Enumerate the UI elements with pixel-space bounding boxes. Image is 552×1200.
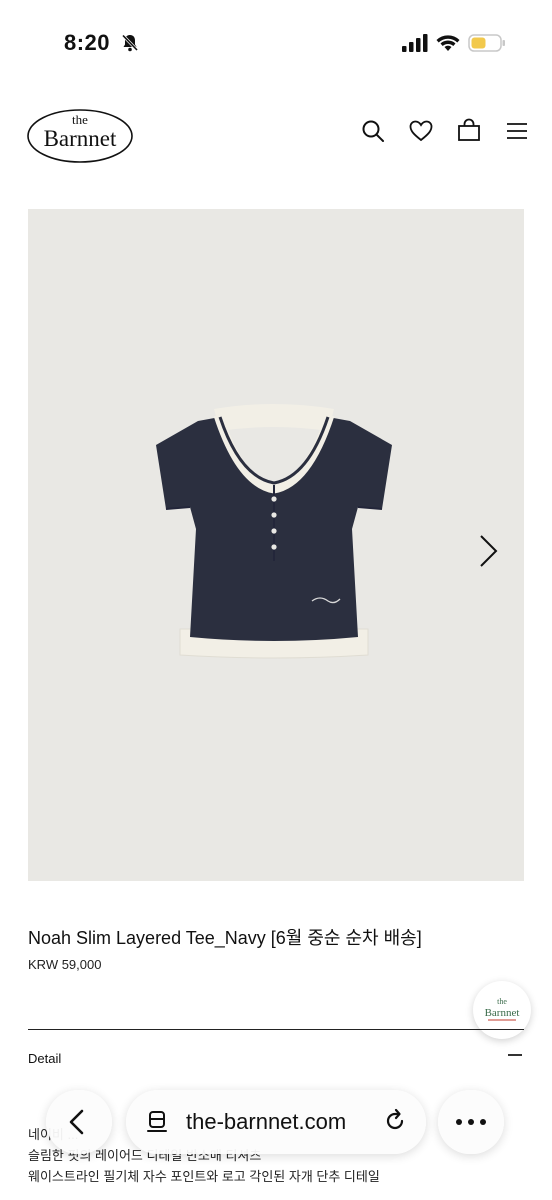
product-image-gallery[interactable] [28,209,524,881]
floating-brand-button[interactable]: the Barnnet [473,981,531,1039]
status-time: 8:20 [64,30,111,55]
reload-icon[interactable] [382,1108,408,1134]
heart-icon[interactable] [408,118,434,144]
brand-logo-small: the Barnnet [485,997,520,1021]
svg-text:Barnnet: Barnnet [485,1007,520,1019]
status-bar: 8:20 [0,0,552,90]
detail-section-label[interactable]: Detail [28,1051,61,1066]
svg-text:the: the [72,112,88,127]
browser-toolbar: the-barnnet.com [0,1090,552,1160]
back-arrow-icon [69,1109,84,1135]
section-divider [28,1029,524,1030]
bell-slash-icon [121,34,139,52]
chevron-right-icon[interactable] [478,533,500,569]
shopping-bag-icon[interactable] [456,118,482,144]
address-bar[interactable]: the-barnnet.com [126,1090,426,1154]
wifi-icon [436,35,460,51]
more-icon [456,1119,486,1125]
search-icon[interactable] [360,118,386,144]
brand-logo[interactable]: the Barnnet [26,104,134,164]
product-price: KRW 59,000 [28,957,102,972]
description-line: 웨이스트라인 필기체 자수 포인트와 로고 각인된 자개 단추 디테일 [28,1169,380,1184]
product-title: Noah Slim Layered Tee_Navy [6월 중순 순차 배송] [28,928,422,948]
minus-icon[interactable] [508,1054,522,1056]
url-text: the-barnnet.com [186,1109,347,1134]
back-button[interactable] [46,1090,112,1154]
svg-text:Barnnet: Barnnet [44,126,117,151]
more-button[interactable] [438,1090,504,1154]
product-image-shirt [156,404,392,659]
hamburger-menu-icon[interactable] [504,118,530,144]
battery-icon [468,34,505,52]
site-header: the Barnnet [0,96,552,172]
tabs-icon [147,1111,167,1132]
svg-text:the: the [497,997,507,1006]
cellular-signal-icon [402,34,428,52]
